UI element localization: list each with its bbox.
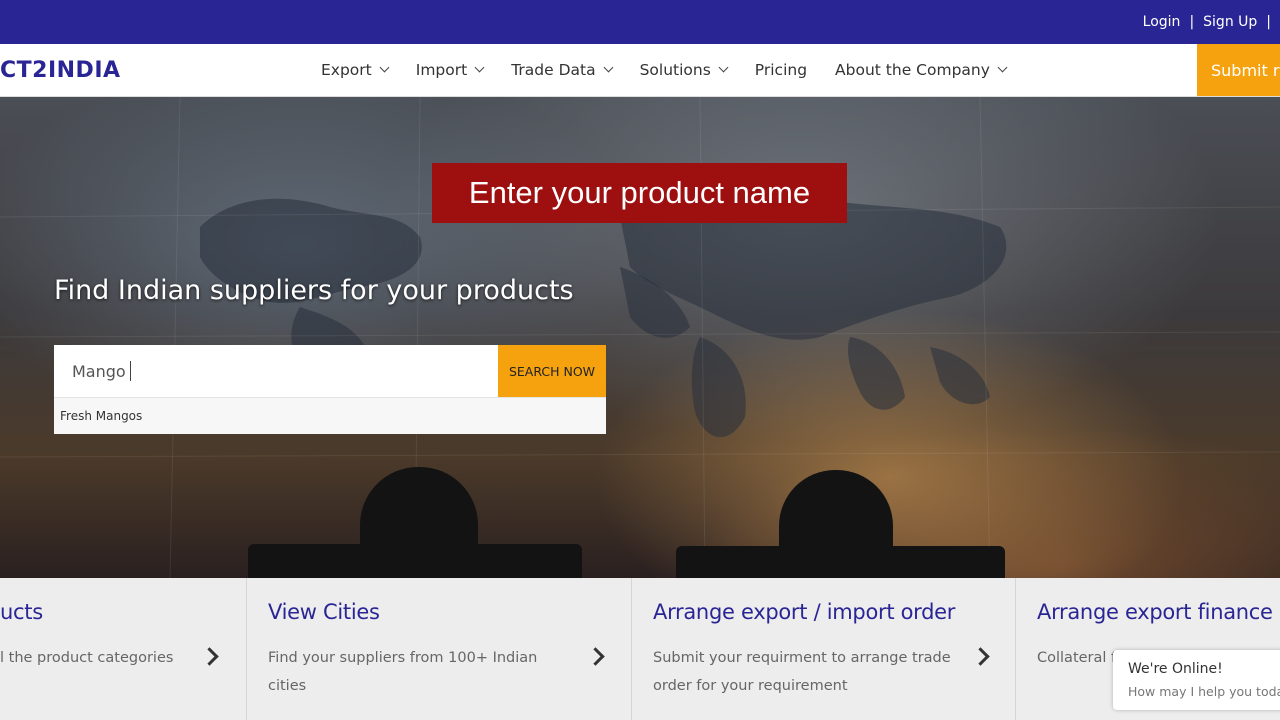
nav-about[interactable]: About the Company [835,61,1008,79]
card-title: View Cities [268,600,380,624]
separator: | [1266,14,1271,30]
hero-section: Enter your product name Find Indian supp… [0,97,1280,578]
live-chat-widget[interactable]: We're Online! How may I help you today [1113,650,1280,710]
chevron-down-icon [997,62,1008,73]
nav-pricing[interactable]: Pricing [755,61,807,79]
chevron-down-icon [379,62,390,73]
card-description: Find your suppliers from 100+ Indian cit… [268,650,538,694]
person-silhouette-right-body [676,546,1005,578]
nav-label: About the Company [835,61,990,79]
nav-import[interactable]: Import [415,61,485,79]
chevron-right-icon[interactable] [586,647,605,666]
nav-label: Export [321,61,372,79]
chevron-down-icon [718,62,729,73]
submit-requirement-button[interactable]: Submit re [1197,44,1280,96]
signup-link[interactable]: Sign Up [1203,14,1257,30]
text-cursor [129,361,131,381]
nav-trade-data[interactable]: Trade Data [511,61,614,79]
chevron-down-icon [603,62,614,73]
feature-card-view-cities[interactable]: View Cities Find your suppliers from 100… [247,578,632,720]
product-search-input[interactable]: Mango [54,345,498,397]
suggestion-item[interactable]: Fresh Mangos [54,397,606,434]
card-title: ucts [0,600,43,624]
main-nav: Export Import Trade Data Solutions Prici… [321,44,1034,96]
site-logo[interactable]: CT2INDIA [0,44,121,96]
main-navbar: CT2INDIA Export Import Trade Data Soluti… [0,44,1280,97]
nav-label: Solutions [639,61,711,79]
nav-export[interactable]: Export [321,61,390,79]
feature-card-products[interactable]: ucts l the product categories [0,578,247,720]
nav-label: Trade Data [511,61,596,79]
account-links: Login | Sign Up | [1143,0,1280,44]
chat-status: We're Online! [1128,661,1223,677]
feature-card-arrange-order[interactable]: Arrange export / import order Submit you… [632,578,1016,720]
search-now-button[interactable]: SEARCH NOW [498,345,606,397]
person-silhouette-left-body [248,544,582,578]
card-title: Arrange export finance [1037,600,1273,624]
card-description: Submit your requirment to arrange trade … [653,650,951,694]
search-input-value: Mango [72,361,126,381]
chevron-right-icon[interactable] [971,647,990,666]
login-link[interactable]: Login [1143,14,1181,30]
feature-cards: ucts l the product categories View Citie… [0,578,1280,720]
nav-solutions[interactable]: Solutions [639,61,729,79]
nav-label: Pricing [754,61,808,79]
chevron-down-icon [474,62,485,73]
hero-headline: Find Indian suppliers for your products [54,275,574,306]
separator: | [1189,14,1195,30]
product-name-banner: Enter your product name [432,163,847,223]
nav-label: Import [415,61,468,79]
chat-prompt: How may I help you today [1128,684,1280,699]
top-bar: Login | Sign Up | [0,0,1280,44]
card-title: Arrange export / import order [653,600,956,624]
